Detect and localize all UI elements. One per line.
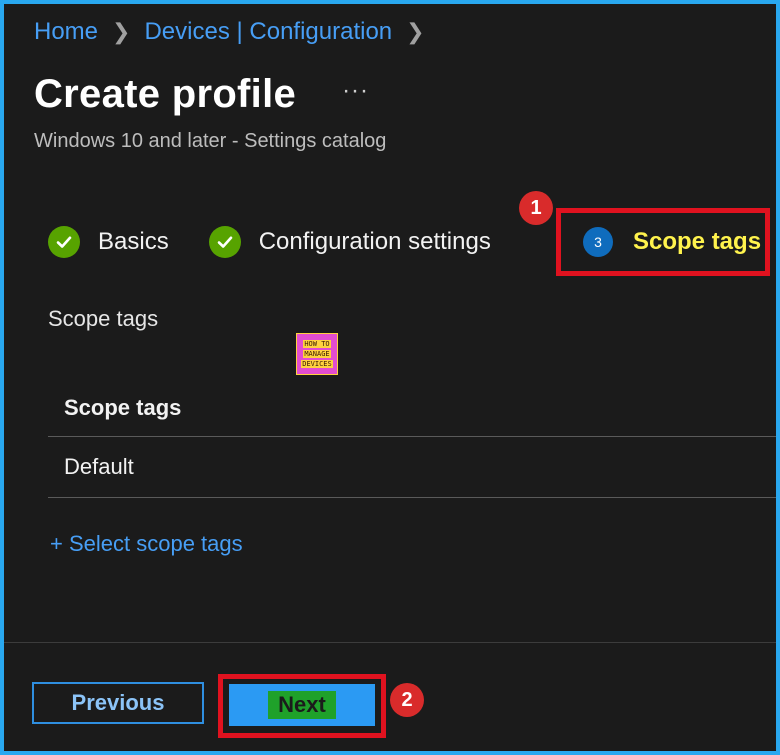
breadcrumb: Home ❯ Devices | Configuration ❯	[34, 18, 439, 46]
more-options-icon[interactable]: ···	[342, 77, 369, 105]
select-scope-tags-link[interactable]: + Select scope tags	[50, 531, 243, 557]
footer-divider	[4, 642, 776, 643]
previous-button[interactable]: Previous	[32, 682, 204, 724]
title-row: Create profile ···	[34, 72, 369, 117]
step-configuration-settings[interactable]: Configuration settings	[208, 226, 491, 258]
chevron-right-icon: ❯	[406, 19, 425, 44]
breadcrumb-home[interactable]: Home	[34, 18, 98, 46]
chevron-right-icon: ❯	[112, 19, 131, 44]
page-title: Create profile	[34, 72, 297, 116]
next-button[interactable]: Next	[229, 684, 375, 726]
checkmark-icon	[48, 226, 80, 258]
checkmark-icon	[208, 226, 241, 258]
step-basics[interactable]: Basics	[48, 226, 169, 258]
next-button-label: Next	[268, 691, 336, 719]
step-label: Basics	[98, 228, 169, 255]
section-label: Scope tags	[48, 306, 159, 331]
callout-badge-1: 1	[519, 191, 553, 225]
wizard-steps: Basics Configuration settings	[48, 226, 531, 258]
step-label: Configuration settings	[258, 228, 491, 255]
callout-badge-2: 2	[390, 683, 424, 717]
step-scope-tags-highlight[interactable]: 3 Scope tags	[556, 208, 770, 276]
page-subtitle: Windows 10 and later - Settings catalog	[34, 130, 387, 152]
how-to-manage-devices-logo: HOW TO MANAGE DEVICES	[296, 333, 338, 375]
scope-tags-table: Scope tags Default	[48, 380, 776, 498]
step-number-badge: 3	[583, 227, 613, 257]
table-header: Scope tags	[48, 380, 776, 437]
breadcrumb-devices-configuration[interactable]: Devices | Configuration	[144, 18, 392, 46]
current-step-label: Scope tags	[633, 228, 762, 255]
table-row[interactable]: Default	[48, 437, 776, 498]
